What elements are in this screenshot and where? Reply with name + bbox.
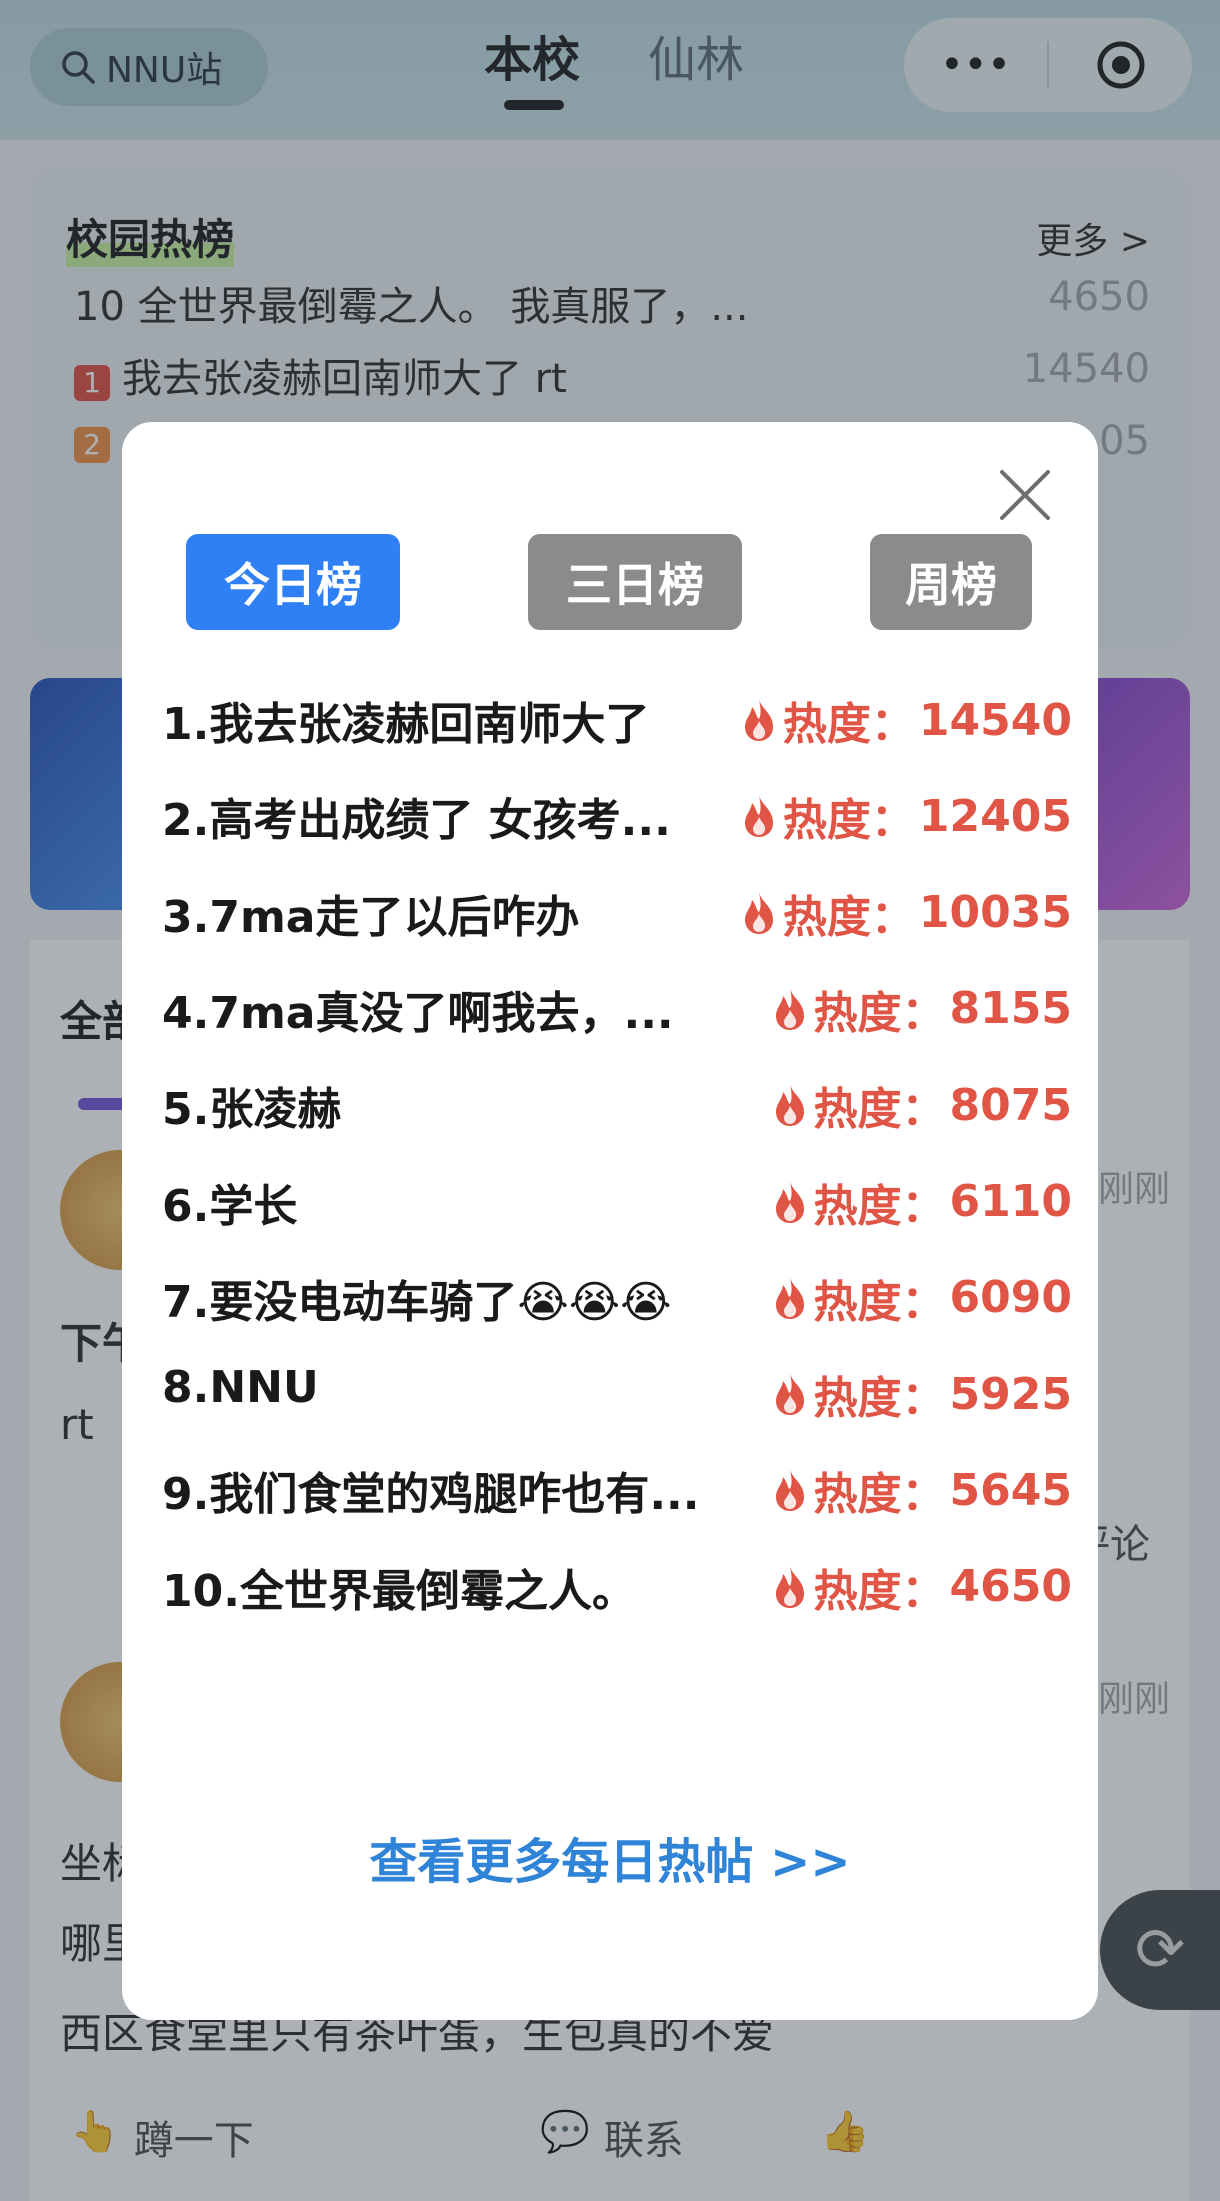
ranking-item-heat: 热度： 8075 <box>770 1073 1072 1137</box>
heat-value: 4650 <box>949 1561 1072 1613</box>
ranking-item[interactable]: 9.我们食堂的鸡腿咋也有... 热度： 5645 <box>162 1458 1072 1528</box>
flame-icon <box>775 987 804 1030</box>
heat-label: 热度： <box>813 1276 946 1328</box>
ranking-item-heat: 热度： 6090 <box>770 1266 1072 1330</box>
heat-label: 热度： <box>813 1373 946 1425</box>
ranking-item-heat: 热度： 5645 <box>770 1458 1072 1522</box>
ranking-item-heat: 热度： 4650 <box>770 1555 1072 1619</box>
ranking-item[interactable]: 7.要没电动车骑了😭😭😭 热度： 6090 <box>162 1266 1072 1336</box>
ranking-item[interactable]: 5.张凌赫 热度： 8075 <box>162 1073 1072 1143</box>
ranking-item[interactable]: 10.全世界最倒霉之人。 热度： 4650 <box>162 1555 1072 1625</box>
heat-value: 14540 <box>918 694 1072 746</box>
tab-three-day[interactable]: 三日榜 <box>528 534 742 630</box>
flame-icon <box>775 1565 804 1608</box>
ranking-item-heat: 热度： 8155 <box>770 977 1072 1041</box>
flame-icon <box>775 1276 804 1319</box>
heat-label: 热度： <box>782 891 915 943</box>
heat-label: 热度： <box>813 987 946 1039</box>
heat-value: 12405 <box>918 790 1072 842</box>
heat-label: 热度： <box>813 1084 946 1136</box>
heat-label: 热度： <box>813 1469 946 1521</box>
flame-icon <box>775 1180 804 1223</box>
heat-value: 6090 <box>949 1272 1072 1324</box>
flame-icon <box>744 699 773 741</box>
ranking-item[interactable]: 2.高考出成绩了 女孩考... 热度： 12405 <box>162 784 1072 854</box>
heat-label: 热度： <box>782 699 915 750</box>
ranking-item-heat: 热度： 14540 <box>739 688 1072 752</box>
ranking-item-title: 7.要没电动车骑了😭😭😭 <box>162 1276 672 1328</box>
close-icon[interactable] <box>992 462 1058 528</box>
ranking-item[interactable]: 3.7ma走了以后咋办 热度： 10035 <box>162 881 1072 951</box>
ranking-item-title: 6.学长 <box>162 1180 298 1232</box>
ranking-item[interactable]: 4.7ma真没了啊我去，... 热度： 8155 <box>162 977 1072 1047</box>
flame-icon <box>744 891 773 934</box>
ranking-item-heat: 热度： 6110 <box>770 1170 1072 1234</box>
hot-ranking-modal: 今日榜 三日榜 周榜 1.我去张凌赫回南师大了 热度： 14540 2.高考出成绩了 … <box>122 422 1098 2020</box>
flame-icon <box>744 795 773 838</box>
ranking-item[interactable]: 8.NNU 热度： 5925 <box>162 1362 1072 1432</box>
ranking-item-title: 10.全世界最倒霉之人。 <box>162 1565 636 1617</box>
ranking-item-title: 8.NNU <box>162 1362 319 1414</box>
ranking-item-title: 1.我去张凌赫回南师大了 <box>162 699 650 750</box>
heat-label: 热度： <box>813 1180 946 1232</box>
more-daily-posts-link[interactable]: 查看更多每日热帖 >> <box>122 1822 1098 1892</box>
heat-value: 8155 <box>949 983 1072 1035</box>
ranking-item-title: 9.我们食堂的鸡腿咋也有... <box>162 1469 700 1521</box>
heat-label: 热度： <box>782 795 915 847</box>
ranking-item[interactable]: 6.学长 热度： 6110 <box>162 1170 1072 1240</box>
ranking-item-heat: 热度： 5925 <box>770 1362 1072 1426</box>
ranking-item-title: 2.高考出成绩了 女孩考... <box>162 795 671 847</box>
heat-label: 热度： <box>813 1565 946 1617</box>
heat-value: 5645 <box>949 1464 1072 1516</box>
flame-icon <box>775 1084 804 1127</box>
ranking-item-title: 5.张凌赫 <box>162 1084 342 1136</box>
ranking-item-heat: 热度： 12405 <box>739 784 1072 848</box>
heat-value: 10035 <box>918 887 1072 939</box>
tab-today[interactable]: 今日榜 <box>186 534 400 630</box>
ranking-item-title: 4.7ma真没了啊我去，... <box>162 987 674 1039</box>
heat-value: 8075 <box>949 1079 1072 1131</box>
heat-value: 6110 <box>949 1176 1072 1227</box>
tab-week[interactable]: 周榜 <box>870 534 1032 630</box>
flame-icon <box>775 1373 804 1416</box>
ranking-item-title: 3.7ma走了以后咋办 <box>162 891 580 943</box>
ranking-item-heat: 热度： 10035 <box>739 881 1072 945</box>
ranking-item[interactable]: 1.我去张凌赫回南师大了 热度： 14540 <box>162 688 1072 758</box>
flame-icon <box>775 1469 804 1512</box>
heat-value: 5925 <box>949 1368 1072 1420</box>
